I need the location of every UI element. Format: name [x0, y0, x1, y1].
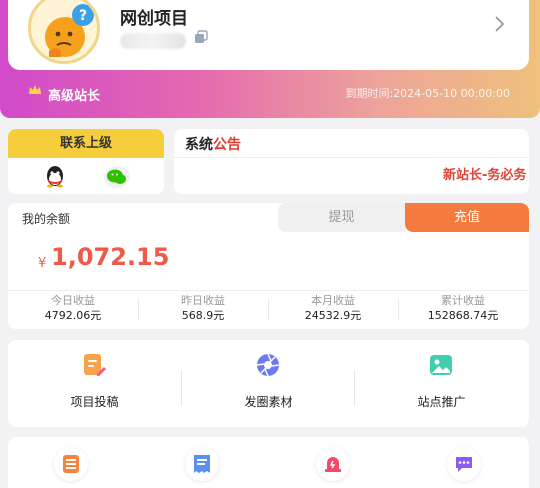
menu-label: 发圈素材 — [244, 395, 293, 409]
chat-button[interactable] — [447, 447, 481, 481]
chevron-right-icon[interactable] — [492, 14, 506, 34]
svg-text:?: ? — [79, 8, 87, 24]
list-button[interactable] — [54, 447, 88, 481]
notice-title: 系统公告 — [185, 134, 241, 154]
notice-divider — [174, 157, 529, 158]
withdraw-button[interactable]: 提现 — [278, 203, 405, 232]
notice-title-highlight: 公告 — [213, 137, 241, 153]
notice-title-prefix: 系统 — [185, 137, 213, 153]
stat-label: 累计收益 — [441, 294, 485, 307]
copy-icon[interactable] — [194, 30, 208, 44]
aperture-icon — [256, 353, 280, 377]
alert-button[interactable] — [316, 447, 350, 481]
profile-name: 网创项目 — [120, 9, 188, 29]
contact-title: 联系上级 — [8, 129, 164, 158]
notice-marquee[interactable]: 新站长-务必务 — [443, 164, 529, 183]
document-edit-icon — [84, 354, 106, 376]
stat-label: 昨日收益 — [181, 294, 225, 307]
currency-symbol: ¥ — [38, 256, 47, 271]
qq-icon[interactable] — [43, 164, 67, 188]
stats-divider — [8, 290, 529, 291]
profile-header: ? 网创项目 高级站长 到期时间:2024-05-10 00:00:00 — [0, 0, 540, 118]
vip-label: 高级站长 — [48, 89, 101, 104]
balance-card: 我的余额 提现 充值 ¥ 1,072.15 今日收益 4792.06元 昨日收益… — [8, 203, 529, 329]
stat-today: 今日收益 4792.06元 — [8, 294, 138, 324]
menu-grid: 项目投稿 发圈素材 站点推广 — [8, 340, 529, 427]
alert-icon — [325, 457, 341, 472]
avatar[interactable]: ? — [28, 0, 100, 64]
stat-label: 本月收益 — [311, 294, 355, 307]
contact-superior-card: 联系上级 — [8, 129, 164, 194]
menu-label: 项目投稿 — [70, 395, 119, 409]
profile-id — [120, 33, 186, 49]
stat-value: 152868.74元 — [427, 309, 499, 322]
list-icon — [63, 455, 79, 473]
balance-label: 我的余额 — [22, 212, 71, 226]
wechat-icon[interactable] — [103, 165, 131, 189]
stat-yesterday: 昨日收益 568.9元 — [138, 294, 268, 324]
stat-value: 4792.06元 — [44, 309, 102, 322]
receipt-button[interactable] — [185, 447, 219, 481]
receipt-icon — [194, 455, 210, 473]
expire-time: 到期时间:2024-05-10 00:00:00 — [345, 87, 510, 100]
menu-label: 站点推广 — [417, 395, 466, 409]
menu-item-moments-material[interactable]: 发圈素材 — [182, 340, 355, 427]
profile-card[interactable]: ? 网创项目 — [8, 0, 529, 70]
system-notice-card[interactable]: 系统公告 新站长-务必务 — [174, 129, 529, 194]
stat-label: 今日收益 — [51, 294, 95, 307]
chat-icon — [456, 457, 472, 472]
menu-item-site-promotion[interactable]: 站点推广 — [355, 340, 528, 427]
image-icon — [430, 355, 452, 375]
stat-month: 本月收益 24532.9元 — [268, 294, 398, 324]
thinking-emoji-icon: ? — [45, 4, 94, 57]
menu-item-project-submit[interactable]: 项目投稿 — [8, 340, 181, 427]
recharge-button[interactable]: 充值 — [405, 203, 529, 232]
stat-total: 累计收益 152868.74元 — [398, 294, 528, 324]
stat-value: 24532.9元 — [304, 309, 362, 322]
stat-value: 568.9元 — [181, 309, 225, 322]
balance-amount: 1,072.15 — [51, 243, 170, 271]
bottom-tools-card — [8, 437, 529, 488]
crown-icon — [29, 85, 41, 94]
